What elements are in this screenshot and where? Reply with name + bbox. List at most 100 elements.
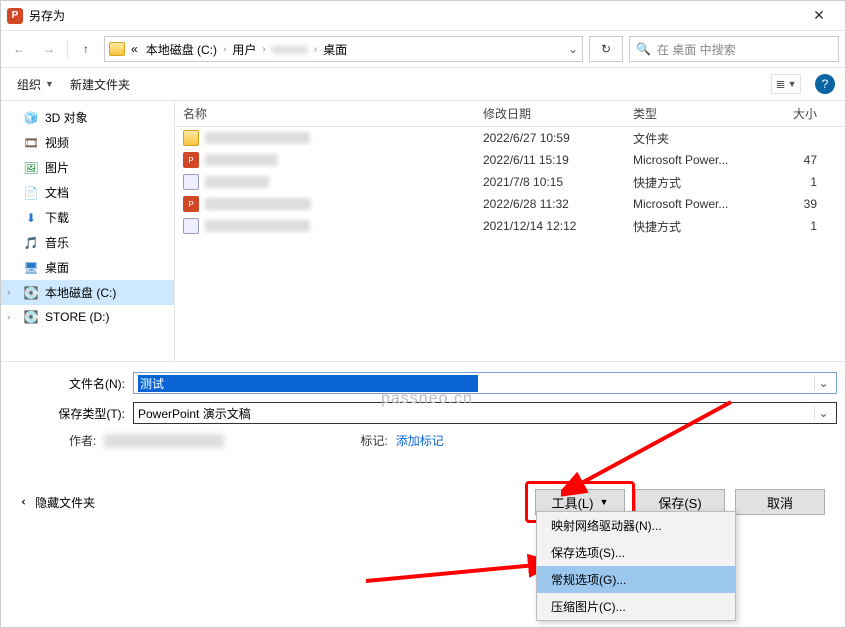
- sidebar-item[interactable]: 🖥 桌面: [1, 255, 174, 280]
- refresh-button[interactable]: ↻: [589, 36, 623, 62]
- window-title: 另存为: [29, 7, 799, 24]
- sidebar-item[interactable]: 🎞视频: [1, 130, 174, 155]
- breadcrumb[interactable]: 本地磁盘 (C:): [144, 41, 219, 58]
- tools-menu: 映射网络驱动器(N)...保存选项(S)...常规选项(G)...压缩图片(C)…: [536, 511, 736, 621]
- help-icon[interactable]: ?: [815, 74, 835, 94]
- sidebar-item[interactable]: 🖼 图片: [1, 155, 174, 180]
- file-type: Microsoft Power...: [625, 197, 765, 211]
- file-name-redacted: [205, 176, 269, 188]
- file-row[interactable]: 2021/12/14 12:12快捷方式1: [175, 215, 845, 237]
- tag-add-link[interactable]: 添加标记: [396, 432, 444, 449]
- save-type-label: 保存类型(T):: [9, 405, 133, 422]
- search-icon: 🔍: [636, 42, 651, 56]
- folder-icon: [183, 130, 199, 146]
- file-date: 2021/12/14 12:12: [475, 219, 625, 233]
- file-row[interactable]: P2022/6/28 11:32Microsoft Power...39: [175, 193, 845, 215]
- close-button[interactable]: ✕: [799, 7, 839, 24]
- file-date: 2021/7/8 10:15: [475, 175, 625, 189]
- sidebar-item-icon: ⬇: [23, 210, 39, 226]
- breadcrumb-prefix: «: [129, 42, 140, 56]
- view-mode-button[interactable]: ≣▼: [771, 74, 801, 94]
- column-date[interactable]: 修改日期: [475, 105, 625, 122]
- chevron-right-icon: ›: [262, 44, 265, 55]
- nav-forward-button: →: [37, 37, 61, 61]
- address-bar[interactable]: « 本地磁盘 (C:) › 用户 › xxxxxx › 桌面 ⌄: [104, 36, 583, 62]
- nav-up-button[interactable]: ↑: [74, 37, 98, 61]
- file-list: 名称 修改日期 类型 大小 2022/6/27 10:59文件夹 P 2022/6/…: [175, 101, 845, 361]
- file-row[interactable]: P2022/6/11 15:19Microsoft Power...47: [175, 149, 845, 171]
- sidebar-item[interactable]: 🎵 音乐: [1, 230, 174, 255]
- organize-button[interactable]: 组织▼: [11, 72, 60, 97]
- file-date: 2022/6/28 11:32: [475, 197, 625, 211]
- search-input[interactable]: 🔍 在 桌面 中搜索: [629, 36, 839, 62]
- save-type-select[interactable]: PowerPoint 演示文稿 ⌄: [133, 402, 837, 424]
- sidebar-item-icon: 💽: [23, 309, 39, 325]
- menu-item[interactable]: 压缩图片(C)...: [537, 593, 735, 620]
- cancel-button[interactable]: 取消: [735, 489, 825, 515]
- column-name[interactable]: 名称: [175, 105, 475, 122]
- file-name-redacted: [205, 198, 311, 210]
- sidebar-item[interactable]: 📄 文档: [1, 180, 174, 205]
- sidebar: 🧊3D 对象🎞视频🖼图片📄文档⬇下载🎵音乐🖥桌面›💽本地磁盘 (C:)›💽STO…: [1, 101, 175, 361]
- powerpoint-file-icon: P: [183, 152, 199, 168]
- file-type: 快捷方式: [625, 218, 765, 235]
- sidebar-item-icon: 🎵: [23, 235, 39, 251]
- breadcrumb-redacted[interactable]: xxxxxx: [270, 42, 310, 56]
- expand-icon[interactable]: ›: [7, 312, 10, 323]
- sidebar-item-label: 文档: [45, 184, 69, 201]
- column-size[interactable]: 大小: [765, 105, 825, 122]
- chevron-right-icon: ›: [314, 44, 317, 55]
- menu-item[interactable]: 常规选项(G)...: [537, 566, 735, 593]
- file-date: 2022/6/11 15:19: [475, 153, 625, 167]
- menu-item[interactable]: 映射网络驱动器(N)...: [537, 512, 735, 539]
- sidebar-item-icon: 🖥: [23, 260, 39, 276]
- save-form: passneo.cn 文件名(N): 测试 ⌄ 保存类型(T): PowerPo…: [1, 361, 845, 535]
- column-type[interactable]: 类型: [625, 105, 765, 122]
- filename-input[interactable]: 测试 ⌄: [133, 372, 837, 394]
- sidebar-item-icon: 📄: [23, 185, 39, 201]
- file-row[interactable]: 2022/6/27 10:59文件夹: [175, 127, 845, 149]
- file-name-redacted: [205, 154, 278, 166]
- file-row[interactable]: 2021/7/8 10:15快捷方式1: [175, 171, 845, 193]
- sidebar-item-icon: 🖼: [23, 160, 39, 176]
- sidebar-item-label: 下载: [45, 209, 69, 226]
- menu-item[interactable]: 保存选项(S)...: [537, 539, 735, 566]
- sidebar-item[interactable]: ›💽本地磁盘 (C:): [1, 280, 174, 305]
- shortcut-icon: [183, 218, 199, 234]
- filename-value: 测试: [138, 375, 478, 392]
- file-list-header: 名称 修改日期 类型 大小: [175, 101, 845, 127]
- chevron-right-icon: ›: [223, 44, 226, 55]
- navigation-bar: ← → ↑ « 本地磁盘 (C:) › 用户 › xxxxxx › 桌面 ⌄ ↻…: [1, 31, 845, 67]
- chevron-down-icon[interactable]: ⌄: [814, 376, 832, 390]
- expand-icon[interactable]: ›: [7, 287, 10, 298]
- toolbar: 组织▼ 新建文件夹 ≣▼ ?: [1, 67, 845, 101]
- new-folder-button[interactable]: 新建文件夹: [64, 72, 136, 97]
- sidebar-item[interactable]: 🧊3D 对象: [1, 105, 174, 130]
- breadcrumb[interactable]: 用户: [230, 41, 258, 58]
- sidebar-item[interactable]: › 💽 STORE (D:): [1, 305, 174, 329]
- powerpoint-file-icon: P: [183, 196, 199, 212]
- sidebar-item-label: 视频: [45, 134, 69, 151]
- sidebar-item-label: STORE (D:): [45, 310, 109, 324]
- nav-back-button[interactable]: ←: [7, 37, 31, 61]
- address-dropdown-icon[interactable]: ⌄: [568, 42, 578, 56]
- filename-label: 文件名(N):: [9, 375, 133, 392]
- sidebar-item[interactable]: ⬇ 下载: [1, 205, 174, 230]
- chevron-down-icon: ▼: [599, 497, 608, 507]
- tag-label: 标记:: [360, 432, 387, 449]
- chevron-down-icon[interactable]: ⌄: [814, 406, 832, 420]
- file-name-redacted: [205, 132, 310, 144]
- sidebar-item-label: 3D 对象: [45, 109, 88, 126]
- shortcut-icon: [183, 174, 199, 190]
- hide-folders-toggle[interactable]: ⌄ 隐藏文件夹: [21, 494, 95, 511]
- file-type: 文件夹: [625, 130, 765, 147]
- sidebar-item-label: 图片: [45, 159, 69, 176]
- author-label: 作者:: [69, 432, 96, 449]
- powerpoint-app-icon: P: [7, 8, 23, 24]
- sidebar-item-label: 桌面: [45, 259, 69, 276]
- sidebar-item-label: 音乐: [45, 234, 69, 251]
- author-value-redacted[interactable]: [104, 434, 224, 448]
- breadcrumb[interactable]: 桌面: [321, 41, 349, 58]
- save-type-value: PowerPoint 演示文稿: [138, 405, 814, 422]
- file-name-redacted: [205, 220, 310, 232]
